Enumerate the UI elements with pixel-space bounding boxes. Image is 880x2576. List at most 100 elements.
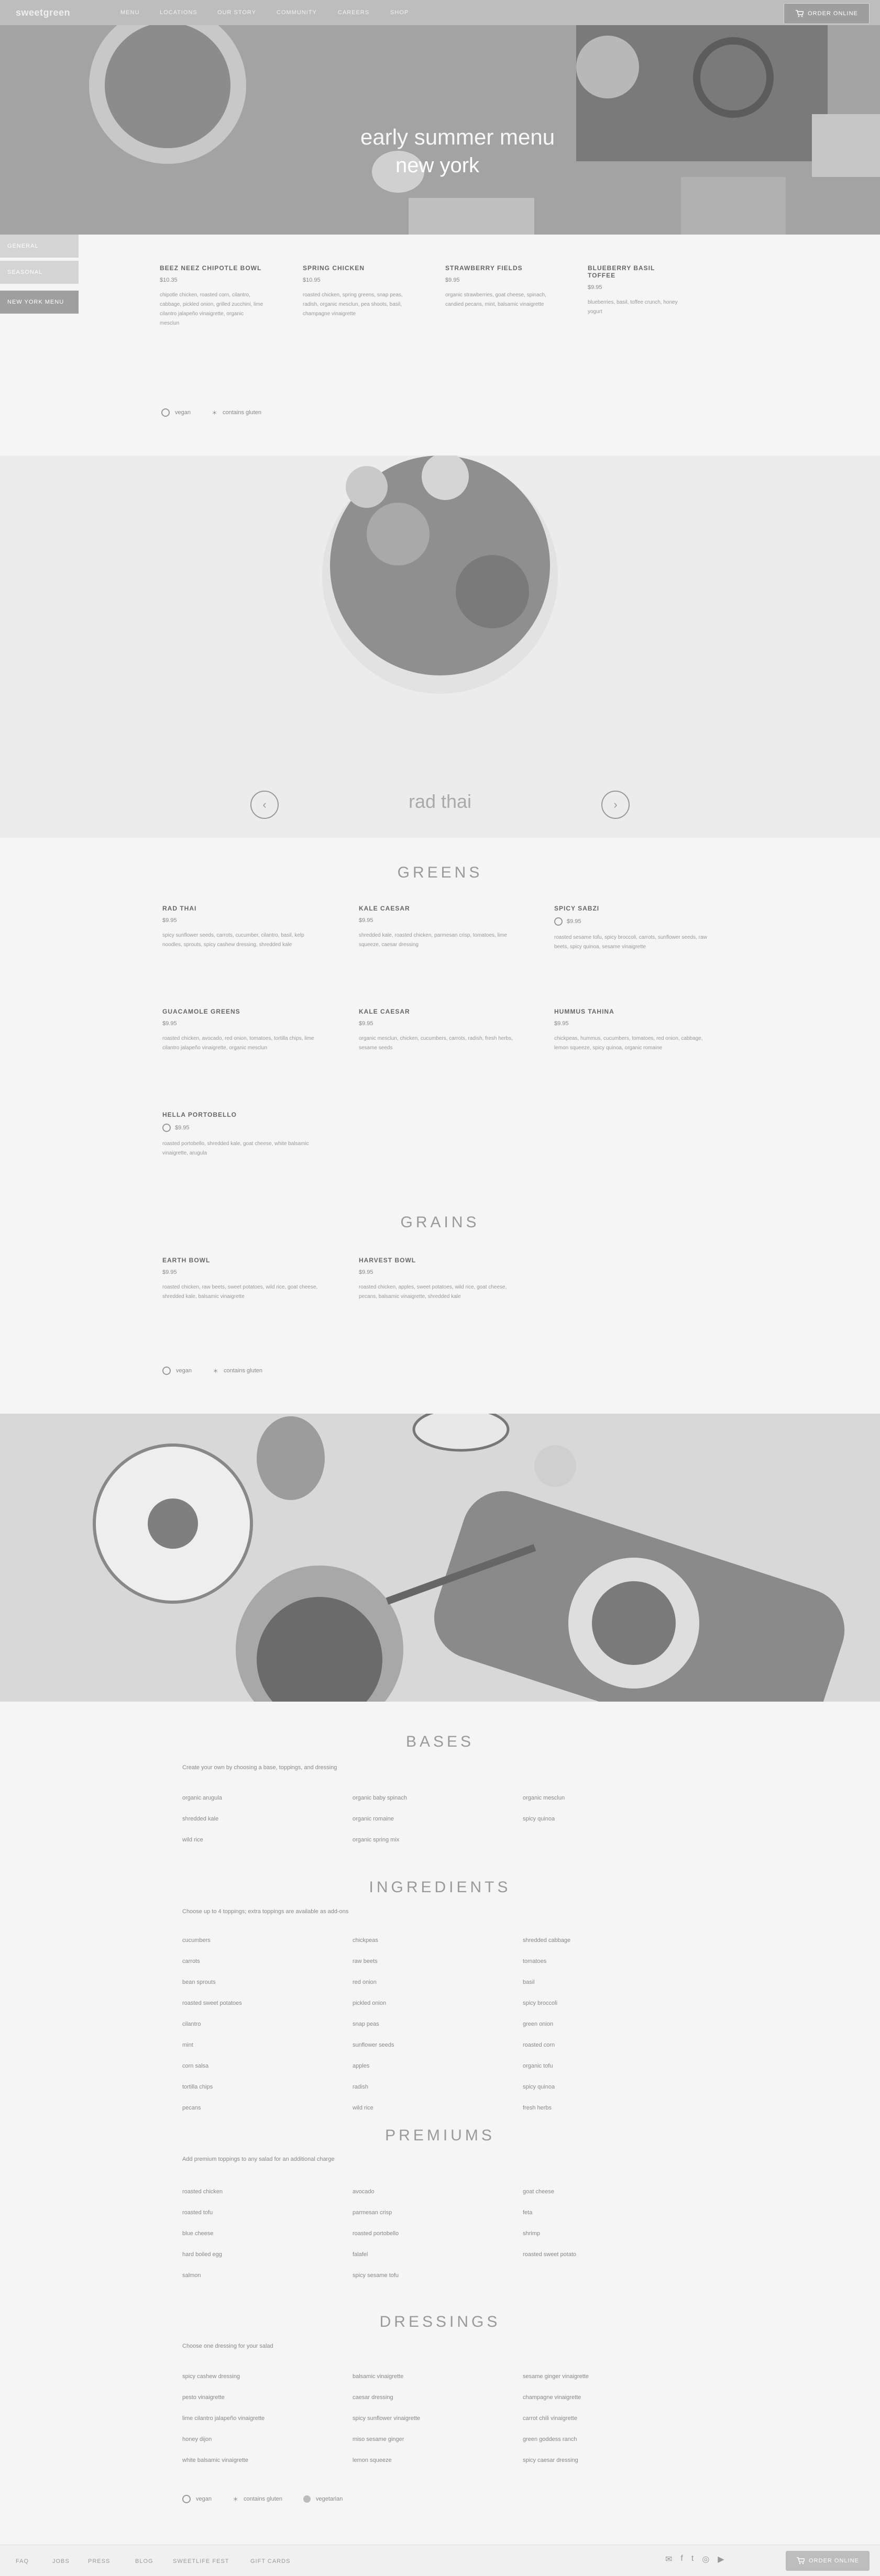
- premium-item: feta: [523, 2209, 533, 2216]
- instagram-icon[interactable]: ◎: [702, 2554, 709, 2564]
- legend-vegan: vegan: [176, 1368, 192, 1374]
- menu-item: STRAWBERRY FIELDS $9.95 organic strawber…: [445, 264, 560, 309]
- vegan-icon: [162, 1367, 171, 1375]
- item-name: KALE CAESAR: [359, 1008, 410, 1015]
- item-name: HELLA PORTOBELLO: [162, 1111, 237, 1118]
- youtube-icon[interactable]: ▶: [718, 2554, 724, 2564]
- side-tab-general[interactable]: GENERAL: [0, 235, 79, 258]
- item-price: $9.95: [588, 284, 602, 291]
- item-name: STRAWBERRY FIELDS: [445, 264, 523, 272]
- gluten-icon: ＊: [211, 410, 217, 416]
- ingredient-item: shredded cabbage: [523, 1937, 571, 1944]
- carousel-image: [322, 456, 558, 694]
- item-description: roasted chicken, apples, sweet potatoes,…: [359, 1284, 507, 1300]
- base-item: organic romaine: [353, 1816, 394, 1822]
- dressing-item: lemon squeeze: [353, 2457, 392, 2463]
- ingredient-item: red onion: [353, 1979, 377, 1985]
- item-description: roasted chicken, avocado, red onion, tom…: [162, 1036, 314, 1051]
- item-price: $9.95: [554, 1020, 569, 1027]
- legend-gluten: contains gluten: [223, 1368, 262, 1374]
- email-icon[interactable]: ✉: [665, 2554, 672, 2564]
- vegan-icon: [162, 1124, 171, 1132]
- nav-link-locations[interactable]: LOCATIONS: [160, 9, 197, 16]
- ingredient-item: roasted corn: [523, 2042, 555, 2048]
- footer-link-jobs[interactable]: JOBS: [52, 2558, 70, 2564]
- footer-link-sweetlife-fest[interactable]: SWEETLIFE FEST: [173, 2558, 229, 2564]
- item-name: BEEZ NEEZ CHIPOTLE BOWL: [160, 264, 262, 272]
- item-name: SPRING CHICKEN: [303, 264, 365, 272]
- vegetarian-icon: [303, 2495, 311, 2503]
- order-online-button[interactable]: ORDER ONLINE: [784, 3, 870, 24]
- base-item: spicy quinoa: [523, 1816, 555, 1822]
- premium-item: shrimp: [523, 2230, 541, 2237]
- brand-logo[interactable]: sweetgreen: [16, 7, 70, 18]
- dressing-item: spicy caesar dressing: [523, 2457, 578, 2463]
- hero-title-line2: new york: [395, 154, 480, 177]
- base-item: wild rice: [182, 1837, 203, 1843]
- base-item: organic spring mix: [353, 1837, 400, 1843]
- item-price-value: $9.95: [567, 918, 581, 925]
- ingredients-photo: [0, 1414, 880, 1702]
- order-online-label: ORDER ONLINE: [808, 10, 858, 17]
- hero-title-line1: early summer menu: [360, 125, 555, 149]
- item-price: $9.95: [162, 1269, 177, 1275]
- section-title-greens: GREENS: [397, 864, 483, 881]
- section-title-ingredients: INGREDIENTS: [369, 1879, 511, 1896]
- item-description: organic mesclun, chicken, cucumbers, car…: [359, 1036, 513, 1051]
- nav-link-shop[interactable]: SHOP: [390, 9, 409, 16]
- dressing-item: spicy sunflower vinaigrette: [353, 2415, 421, 2422]
- ingredient-item: spicy broccoli: [523, 2000, 558, 2006]
- twitter-icon[interactable]: t: [691, 2554, 694, 2564]
- ingredient-item: snap peas: [353, 2021, 379, 2027]
- nav-link-careers[interactable]: CAREERS: [338, 9, 369, 16]
- gluten-icon: ＊: [232, 2496, 238, 2503]
- footer-order-online-button[interactable]: ORDER ONLINE: [786, 2551, 870, 2571]
- dressing-item: carrot chili vinaigrette: [523, 2415, 577, 2422]
- ingredients-intro: Choose up to 4 toppings; extra toppings …: [182, 1908, 349, 1915]
- ingredient-item: raw beets: [353, 1958, 378, 1964]
- item-description: roasted sesame tofu, spicy broccoli, car…: [554, 935, 707, 950]
- ingredient-item: sunflower seeds: [353, 2042, 394, 2048]
- footer-link-press[interactable]: PRESS: [88, 2558, 110, 2564]
- side-tab-new-york-menu[interactable]: NEW YORK MENU: [0, 291, 79, 314]
- base-item: shredded kale: [182, 1816, 219, 1822]
- dressings-intro: Choose one dressing for your salad: [182, 2343, 273, 2349]
- item-description: roasted portobello, shredded kale, goat …: [162, 1141, 309, 1156]
- vegan-icon: [182, 2495, 191, 2503]
- ingredient-item: green onion: [523, 2021, 554, 2027]
- item-price: $9.95: [162, 1124, 320, 1132]
- facebook-icon[interactable]: f: [680, 2554, 683, 2564]
- ingredient-item: corn salsa: [182, 2063, 209, 2069]
- premium-item: roasted chicken: [182, 2189, 223, 2195]
- nav-link-community[interactable]: COMMUNITY: [277, 9, 317, 16]
- item-price: $9.95: [359, 1020, 373, 1027]
- cart-icon: [796, 10, 804, 17]
- item-description: chickpeas, hummus, cucumbers, tomatoes, …: [554, 1036, 703, 1051]
- menu-item: EARTH BOWL $9.95 roasted chicken, raw be…: [162, 1257, 320, 1302]
- cart-icon: [797, 2557, 805, 2564]
- dressing-item: white balsamic vinaigrette: [182, 2457, 248, 2463]
- footer-link-faq[interactable]: FAQ: [16, 2558, 29, 2564]
- premium-item: avocado: [353, 2189, 375, 2195]
- ingredient-item: bean sprouts: [182, 1979, 216, 1985]
- dressing-item: miso sesame ginger: [353, 2436, 404, 2442]
- side-tab-seasonal[interactable]: SEASONAL: [0, 261, 79, 284]
- legend-gluten: contains gluten: [222, 409, 261, 416]
- ingredient-item: spicy quinoa: [523, 2084, 555, 2090]
- nav-link-our-story[interactable]: OUR STORY: [217, 9, 256, 16]
- dressing-item: pesto vinaigrette: [182, 2394, 225, 2401]
- item-price-value: $9.95: [175, 1125, 190, 1131]
- item-description: roasted chicken, spring greens, snap pea…: [303, 292, 403, 317]
- footer-link-blog[interactable]: BLOG: [135, 2558, 153, 2564]
- dressing-item: champagne vinaigrette: [523, 2394, 581, 2401]
- footer: [0, 2545, 880, 2576]
- section-title-bases: BASES: [405, 1733, 475, 1750]
- footer-link-gift-cards[interactable]: GIFT CARDS: [250, 2558, 290, 2564]
- nav-link-menu[interactable]: MENU: [120, 9, 139, 16]
- item-name: BLUEBERRY BASIL TOFFEE: [588, 264, 655, 279]
- item-name: EARTH BOWL: [162, 1257, 211, 1264]
- dressing-item: spicy cashew dressing: [182, 2373, 240, 2380]
- premium-item: hard boiled egg: [182, 2251, 222, 2258]
- menu-item: SPICY SABZI $9.95 roasted sesame tofu, s…: [554, 905, 711, 952]
- item-name: HUMMUS TAHINA: [554, 1008, 614, 1015]
